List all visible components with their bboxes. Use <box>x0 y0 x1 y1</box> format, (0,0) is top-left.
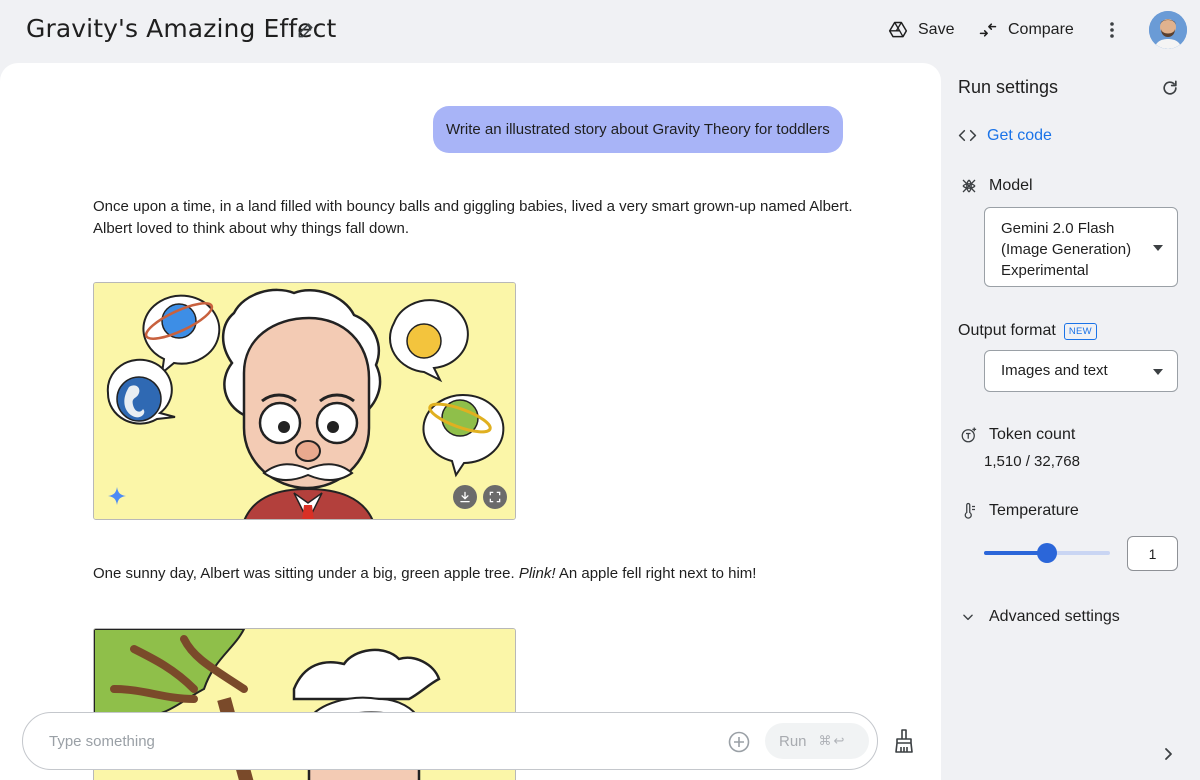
generated-image[interactable] <box>93 282 516 520</box>
run-settings-panel: Run settings Get code Model Gemini 2.0 F… <box>941 60 1200 780</box>
compare-icon <box>979 23 997 37</box>
download-button[interactable] <box>453 485 477 509</box>
code-icon <box>958 129 977 142</box>
edit-icon[interactable] <box>296 20 316 40</box>
save-button[interactable]: Save <box>888 16 954 44</box>
temperature-input[interactable]: 1 <box>1127 536 1178 571</box>
token-count-value: 1,510 / 32,768 <box>984 453 1080 470</box>
more-vert-icon[interactable] <box>1102 18 1122 42</box>
compare-button[interactable]: Compare <box>978 16 1074 44</box>
token-count-label: Token count <box>960 426 1075 444</box>
run-shortcut: ⌘↩ <box>818 733 847 748</box>
header: Gravity's Amazing Effect Save Compare <box>0 0 1200 60</box>
compare-label: Compare <box>1008 21 1074 38</box>
prompt-bar: Run ⌘↩ <box>22 712 878 770</box>
model-icon <box>962 179 976 193</box>
refresh-icon[interactable] <box>1160 78 1180 98</box>
token-icon <box>961 427 977 443</box>
slider-handle[interactable] <box>1037 543 1057 563</box>
new-badge: NEW <box>1063 322 1097 340</box>
response-paragraph: One sunny day, Albert was sitting under … <box>93 565 757 582</box>
chat-panel: Write an illustrated story about Gravity… <box>0 63 941 780</box>
broom-icon[interactable] <box>892 728 916 754</box>
page-title: Gravity's Amazing Effect <box>26 14 337 43</box>
chevron-right-icon[interactable] <box>1163 746 1175 762</box>
model-select[interactable]: Gemini 2.0 Flash (Image Generation) Expe… <box>984 207 1178 287</box>
response-paragraph: Once upon a time, in a land filled with … <box>93 198 853 237</box>
run-settings-title: Run settings <box>958 77 1059 97</box>
chevron-down-icon <box>1153 369 1163 375</box>
chevron-down-icon <box>963 614 973 621</box>
output-format-label: Output format NEW <box>958 322 1097 340</box>
run-button[interactable]: Run ⌘↩ <box>765 723 869 759</box>
get-code-button[interactable]: Get code <box>958 126 1052 145</box>
advanced-settings-toggle[interactable]: Advanced settings <box>961 608 1120 626</box>
temperature-slider[interactable] <box>984 543 1110 563</box>
model-label: Model <box>960 177 1033 195</box>
prompt-input[interactable] <box>49 730 649 752</box>
thermometer-icon <box>964 502 975 519</box>
drive-icon <box>888 21 908 38</box>
get-code-label: Get code <box>987 126 1052 144</box>
fullscreen-icon <box>489 491 501 503</box>
download-icon <box>460 491 470 503</box>
user-message: Write an illustrated story about Gravity… <box>433 106 843 153</box>
temperature-label: Temperature <box>960 502 1079 520</box>
fullscreen-button[interactable] <box>483 485 507 509</box>
run-label: Run <box>779 732 807 750</box>
avatar[interactable] <box>1149 11 1187 49</box>
save-label: Save <box>918 21 955 38</box>
chevron-down-icon <box>1153 245 1163 251</box>
add-circle-icon[interactable] <box>727 730 751 754</box>
output-format-select[interactable]: Images and text <box>984 350 1178 392</box>
